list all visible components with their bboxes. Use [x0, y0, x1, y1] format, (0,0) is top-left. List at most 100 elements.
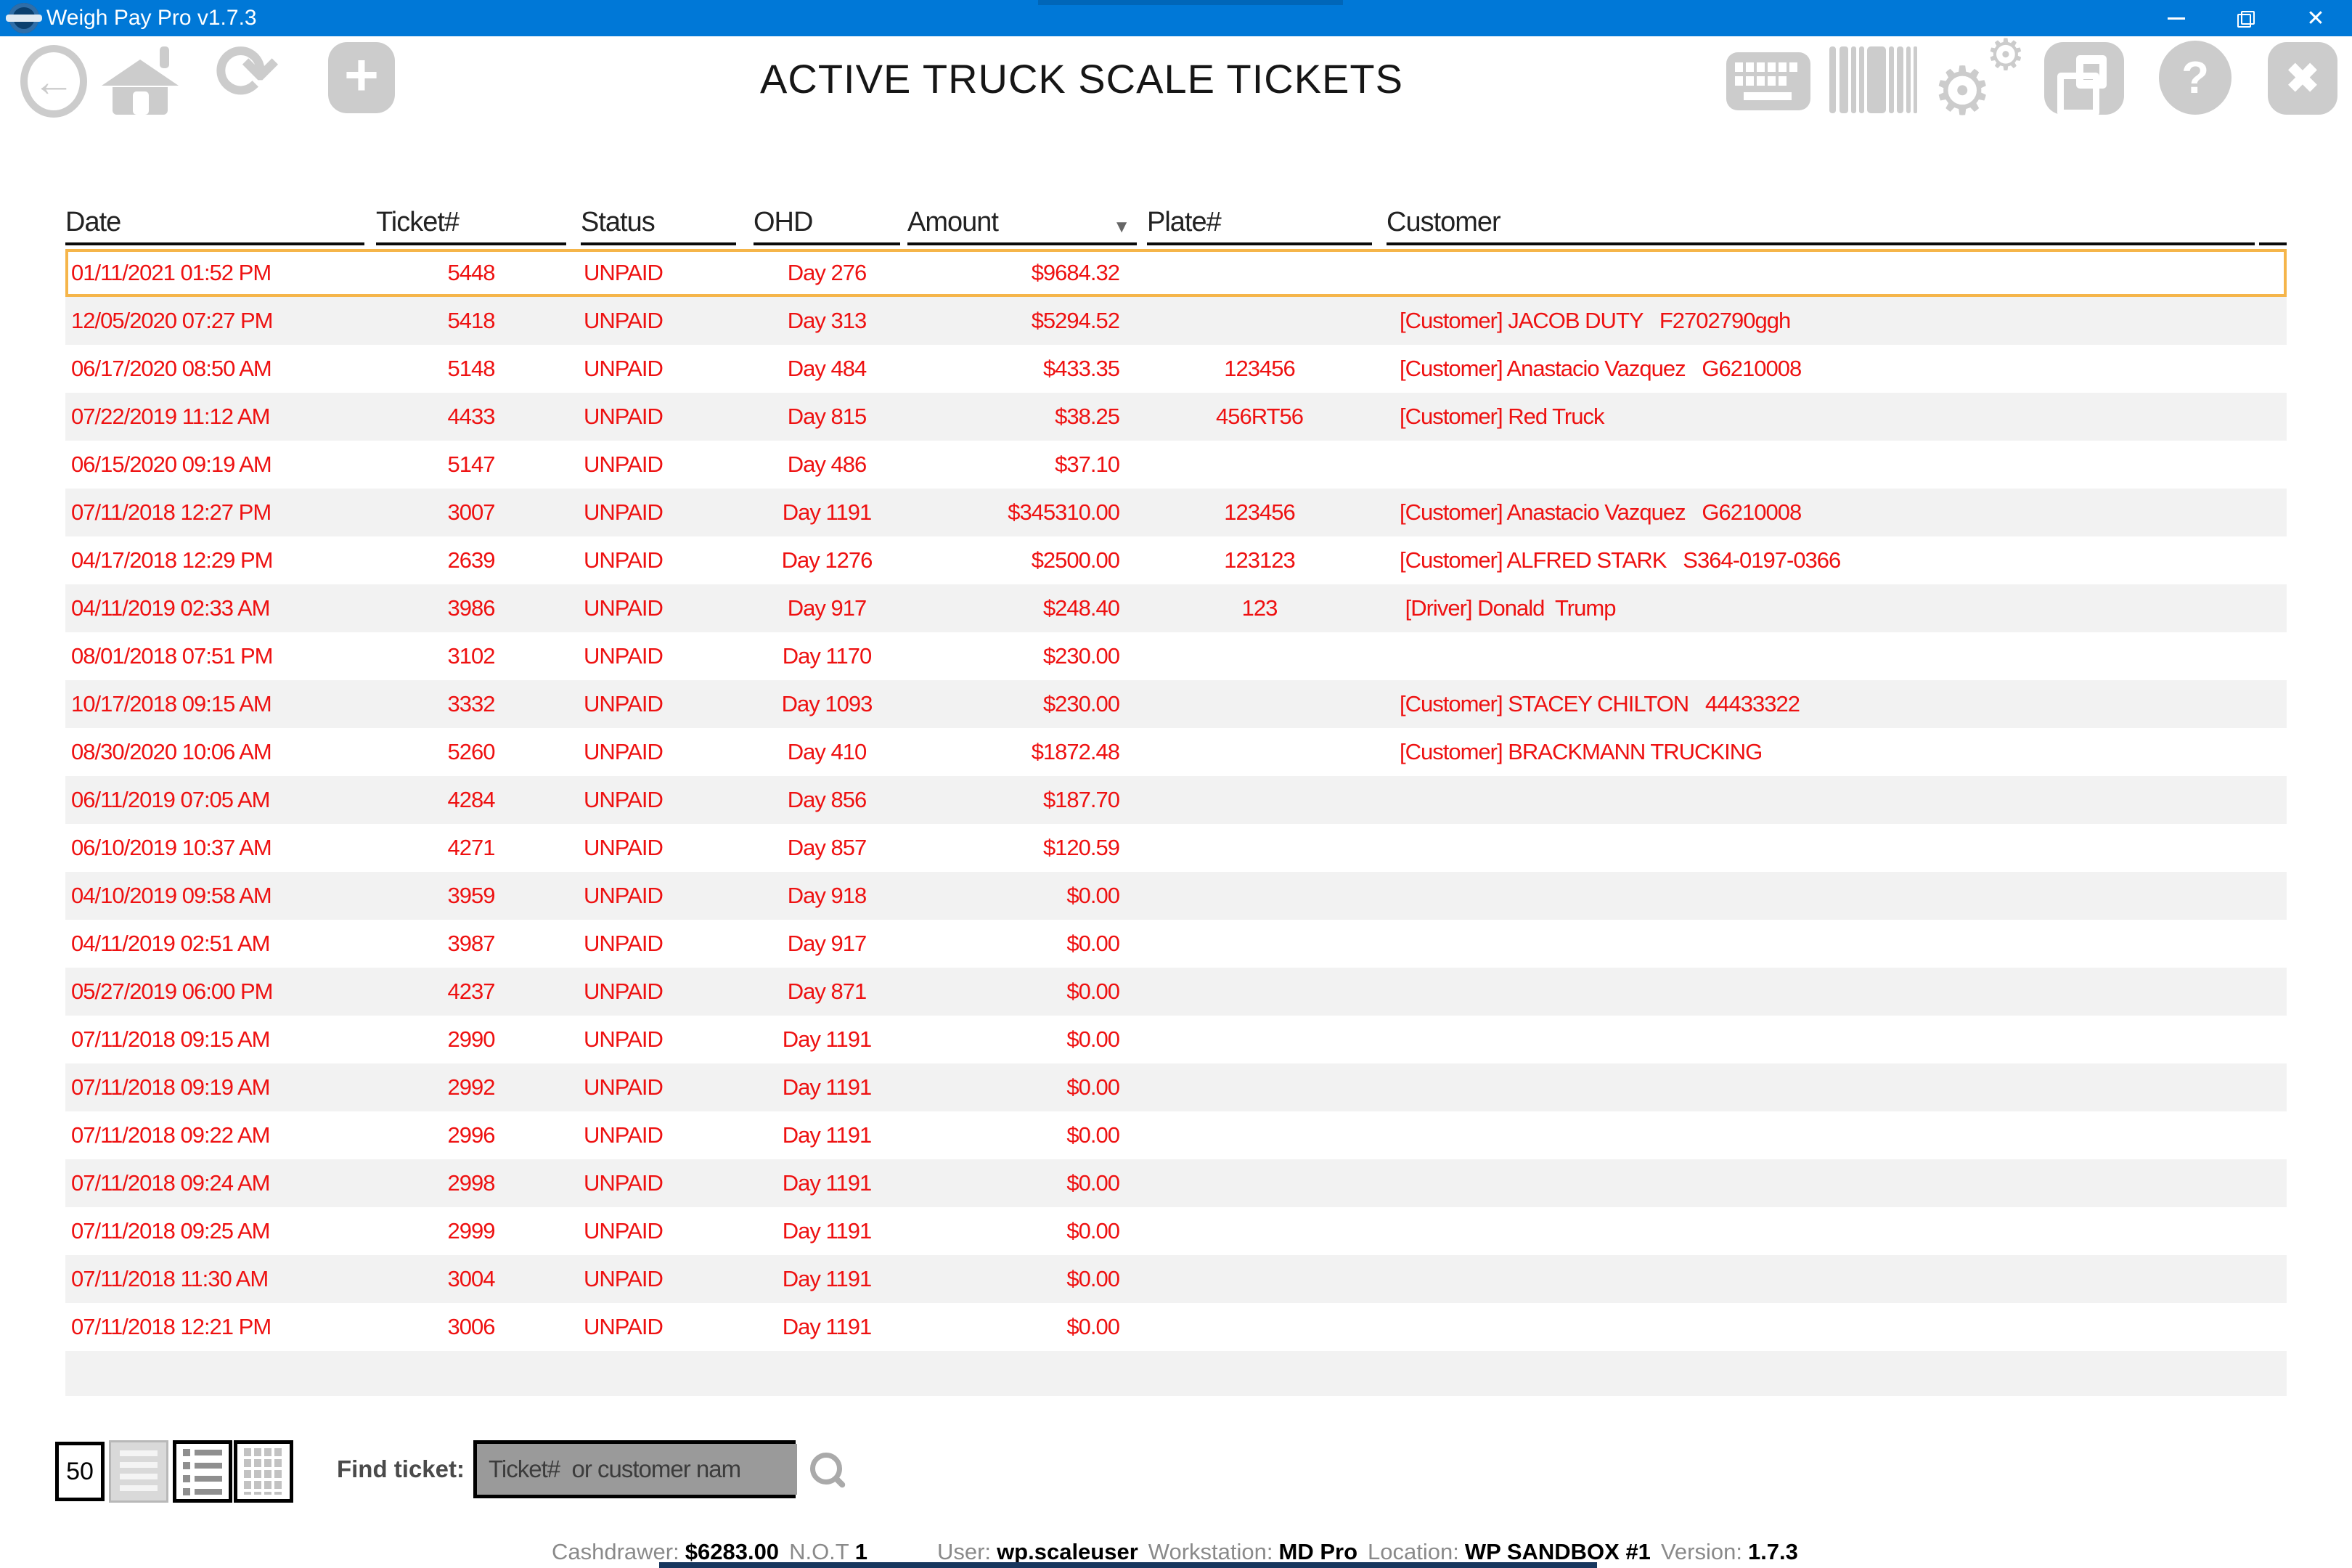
cell-ticket: 4284: [376, 776, 566, 824]
minimize-button[interactable]: [2143, 0, 2210, 36]
settings-button[interactable]: ⚙ ⚙: [1932, 39, 2034, 115]
table-row[interactable]: 10/17/2018 09:15 AM3332UNPAIDDay 1093$23…: [65, 680, 2287, 728]
table-row[interactable]: 07/11/2018 09:25 AM2999UNPAIDDay 1191$0.…: [65, 1207, 2287, 1255]
column-header-extra[interactable]: [2259, 202, 2287, 245]
cell-date: 07/11/2018 09:25 AM: [65, 1207, 364, 1255]
table-row[interactable]: 07/11/2018 11:30 AM3004UNPAIDDay 1191$0.…: [65, 1255, 2287, 1303]
view-button-simple-list[interactable]: [109, 1440, 168, 1503]
cell-customer: [1387, 920, 2255, 968]
cell-ticket: 3987: [376, 920, 566, 968]
cell-status: UNPAID: [581, 920, 736, 968]
cell-status: UNPAID: [581, 1111, 736, 1159]
column-header-date[interactable]: Date: [65, 202, 364, 245]
cell-plate: [1147, 1063, 1372, 1111]
page-size-box[interactable]: 50: [55, 1442, 105, 1501]
table-row[interactable]: 07/11/2018 09:22 AM2996UNPAIDDay 1191$0.…: [65, 1111, 2287, 1159]
table-row[interactable]: 06/11/2019 07:05 AM4284UNPAIDDay 856$187…: [65, 776, 2287, 824]
table-row[interactable]: 07/11/2018 09:15 AM2990UNPAIDDay 1191$0.…: [65, 1016, 2287, 1063]
table-row[interactable]: 06/10/2019 10:37 AM4271UNPAIDDay 857$120…: [65, 824, 2287, 872]
cell-plate: 123456: [1147, 489, 1372, 536]
close-button[interactable]: ✕: [2279, 0, 2352, 36]
barcode-button[interactable]: [1829, 45, 1921, 118]
status-item: Location:WP SANDBOX #1: [1368, 1539, 1651, 1565]
detail-list-icon: [181, 1447, 224, 1495]
cell-date: 05/27/2019 06:00 PM: [65, 968, 364, 1016]
back-button[interactable]: ←: [20, 45, 87, 118]
cell-date: 04/11/2019 02:33 AM: [65, 584, 364, 632]
view-button-detail-list[interactable]: [173, 1440, 232, 1503]
table-row[interactable]: 07/11/2018 09:24 AM2998UNPAIDDay 1191$0.…: [65, 1159, 2287, 1207]
cell-status: UNPAID: [581, 680, 736, 728]
cell-status: UNPAID: [581, 632, 736, 680]
cell-ticket: 3102: [376, 632, 566, 680]
cell-amount: $0.00: [907, 1111, 1137, 1159]
cell-ticket: 5260: [376, 728, 566, 776]
cell-ticket: 3986: [376, 584, 566, 632]
cell-ohd: Day 1191: [754, 1016, 900, 1063]
cell-date: 04/11/2019 02:51 AM: [65, 920, 364, 968]
column-header-plate[interactable]: Plate#: [1147, 202, 1372, 245]
cell-date: 07/11/2018 09:24 AM: [65, 1159, 364, 1207]
table-row[interactable]: 04/17/2018 12:29 PM2639UNPAIDDay 1276$25…: [65, 536, 2287, 584]
cell-status: UNPAID: [581, 393, 736, 441]
switch-window-button[interactable]: [2044, 42, 2124, 115]
table-row[interactable]: 04/11/2019 02:51 AM3987UNPAIDDay 917$0.0…: [65, 920, 2287, 968]
cell-amount: $0.00: [907, 1063, 1137, 1111]
maximize-button[interactable]: [2211, 0, 2278, 36]
table-row[interactable]: 08/30/2020 10:06 AM5260UNPAIDDay 410$187…: [65, 728, 2287, 776]
table-row[interactable]: 06/17/2020 08:50 AM5148UNPAIDDay 484$433…: [65, 345, 2287, 393]
find-ticket-input[interactable]: [477, 1444, 797, 1495]
keyboard-button[interactable]: [1726, 52, 1810, 114]
table-row[interactable]: 07/11/2018 12:21 PM3006UNPAIDDay 1191$0.…: [65, 1303, 2287, 1351]
table-row[interactable]: 05/27/2019 06:00 PM4237UNPAIDDay 871$0.0…: [65, 968, 2287, 1016]
refresh-button[interactable]: ⟳: [215, 35, 278, 110]
table-row-selected[interactable]: 01/11/2021 01:52 PM5448UNPAIDDay 276$968…: [65, 249, 2287, 297]
column-header-status[interactable]: Status: [581, 202, 736, 245]
cell-date: 10/17/2018 09:15 AM: [65, 680, 364, 728]
table-row[interactable]: 08/01/2018 07:51 PM3102UNPAIDDay 1170$23…: [65, 632, 2287, 680]
column-header-ohd[interactable]: OHD: [754, 202, 900, 245]
add-ticket-button[interactable]: +: [328, 42, 395, 113]
table-row[interactable]: 12/05/2020 07:27 PM5418UNPAIDDay 313$529…: [65, 297, 2287, 345]
cell-customer: [Customer] Anastacio Vazquez G6210008: [1387, 489, 2255, 536]
cell-amount: $230.00: [907, 632, 1137, 680]
status-item: N.O.T1: [789, 1539, 867, 1565]
cell-amount: $0.00: [907, 1207, 1137, 1255]
cell-plate: [1147, 1111, 1372, 1159]
exit-button[interactable]: ✖: [2268, 42, 2337, 115]
cell-date: 08/30/2020 10:06 AM: [65, 728, 364, 776]
cell-ohd: Day 857: [754, 824, 900, 872]
table-row[interactable]: 04/10/2019 09:58 AM3959UNPAIDDay 918$0.0…: [65, 872, 2287, 920]
bottom-accent-bar: [659, 1562, 1597, 1568]
cell-ohd: Day 1191: [754, 1207, 900, 1255]
close-icon: ✕: [2306, 6, 2324, 31]
column-header-amount[interactable]: Amount▼: [907, 202, 1137, 245]
cell-ohd: Day 1191: [754, 1255, 900, 1303]
home-button[interactable]: [102, 42, 180, 115]
cell-plate: [1147, 680, 1372, 728]
cell-date: 12/05/2020 07:27 PM: [65, 297, 364, 345]
column-header-ticket[interactable]: Ticket#: [376, 202, 566, 245]
status-value: WP SANDBOX #1: [1465, 1539, 1651, 1565]
cell-status: UNPAID: [581, 297, 736, 345]
help-button[interactable]: ?: [2159, 41, 2231, 115]
table-row[interactable]: 07/11/2018 12:27 PM3007UNPAIDDay 1191$34…: [65, 489, 2287, 536]
cell-customer: [Driver] Donald Trump: [1387, 584, 2255, 632]
app-logo-icon: [9, 3, 39, 33]
cell-date: 07/11/2018 09:15 AM: [65, 1016, 364, 1063]
cell-status: UNPAID: [581, 728, 736, 776]
cell-amount: $0.00: [907, 1159, 1137, 1207]
cell-plate: [1147, 249, 1372, 297]
table-row[interactable]: 07/11/2018 09:19 AM2992UNPAIDDay 1191$0.…: [65, 1063, 2287, 1111]
table-row[interactable]: 04/11/2019 02:33 AM3986UNPAIDDay 917$248…: [65, 584, 2287, 632]
grid-icon: [244, 1448, 283, 1495]
status-value: 1.7.3: [1748, 1539, 1798, 1565]
cell-status: UNPAID: [581, 1016, 736, 1063]
cell-ohd: Day 856: [754, 776, 900, 824]
table-row[interactable]: 07/22/2019 11:12 AM4433UNPAIDDay 815$38.…: [65, 393, 2287, 441]
view-button-grid[interactable]: [234, 1440, 293, 1503]
cell-ticket: 5148: [376, 345, 566, 393]
table-row[interactable]: 06/15/2020 09:19 AM5147UNPAIDDay 486$37.…: [65, 441, 2287, 489]
column-header-customer[interactable]: Customer: [1387, 202, 2255, 245]
minimize-icon: [2168, 17, 2185, 20]
